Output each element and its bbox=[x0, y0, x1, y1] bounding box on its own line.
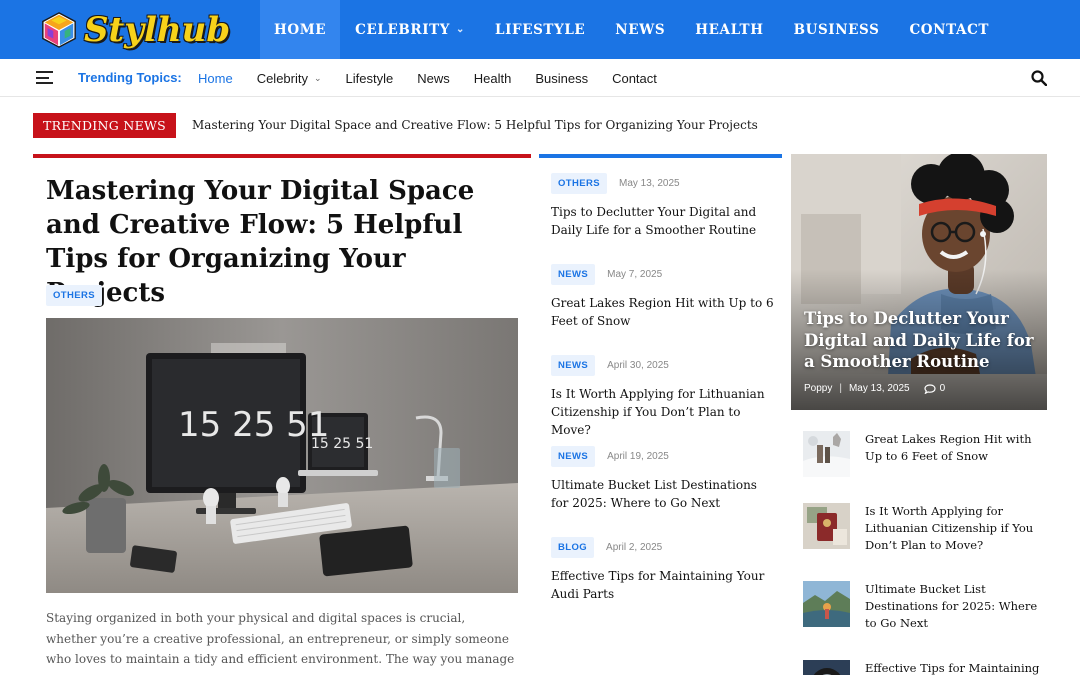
meta-separator: | bbox=[839, 383, 842, 394]
post-title-link[interactable]: Great Lakes Region Hit with Up to 6 Feet… bbox=[865, 431, 1043, 465]
featured-post-title[interactable]: Tips to Declutter Your Digital and Daily… bbox=[804, 308, 1040, 373]
post-title-link[interactable]: Tips to Declutter Your Digital and Daily… bbox=[551, 203, 776, 239]
category-tag[interactable]: BLOG bbox=[551, 536, 595, 558]
sec-nav-contact[interactable]: Contact bbox=[600, 59, 669, 97]
secondary-bar: Trending Topics: Home Celebrity ⌄ Lifesty… bbox=[0, 59, 1080, 97]
sec-nav-celebrity[interactable]: Celebrity ⌄ bbox=[245, 59, 334, 97]
sec-nav-label: Celebrity bbox=[256, 70, 308, 86]
main-nav-celebrity[interactable]: CELEBRITY ⌄ bbox=[340, 0, 480, 59]
main-nav-lifestyle[interactable]: LIFESTYLE bbox=[480, 0, 600, 59]
category-tag[interactable]: NEWS bbox=[551, 445, 596, 467]
category-tag[interactable]: NEWS bbox=[551, 354, 596, 376]
post-title-link[interactable]: Great Lakes Region Hit with Up to 6 Feet… bbox=[551, 294, 776, 330]
category-tag[interactable]: OTHERS bbox=[551, 172, 607, 194]
travel-landscape-image bbox=[803, 581, 850, 627]
post-meta: BLOG April 2, 2025 bbox=[551, 536, 776, 558]
main-nav-label: HOME bbox=[274, 21, 327, 38]
thumbnail-image[interactable] bbox=[803, 581, 850, 627]
post-date: May 7, 2025 bbox=[607, 268, 663, 280]
sec-nav-label: Business bbox=[535, 70, 589, 86]
main-nav-label: HEALTH bbox=[695, 21, 764, 38]
chevron-down-icon: ⌄ bbox=[313, 72, 322, 83]
logo-cube-icon bbox=[42, 12, 76, 48]
post-title-link[interactable]: Ultimate Bucket List Destinations for 20… bbox=[865, 581, 1043, 632]
post-title-link[interactable]: Effective Tips for Maintaining bbox=[865, 660, 1043, 675]
site-logo[interactable]: Stylhub bbox=[40, 8, 234, 52]
list-item: BLOG April 2, 2025 Effective Tips for Ma… bbox=[551, 536, 776, 603]
ticker-headline-link[interactable]: Mastering Your Digital Space and Creativ… bbox=[192, 118, 758, 132]
section-divider-red bbox=[33, 154, 531, 158]
trending-topics-label: Trending Topics: bbox=[78, 70, 182, 85]
thumbnail-image[interactable] bbox=[803, 503, 850, 549]
category-tag[interactable]: OTHERS bbox=[46, 285, 102, 306]
car-wheel-image bbox=[803, 660, 850, 675]
search-icon[interactable] bbox=[1031, 70, 1047, 86]
thumbnail-image[interactable] bbox=[803, 431, 850, 477]
lead-category-wrap: OTHERS bbox=[46, 285, 102, 306]
lead-article-excerpt: Staying organized in both your physical … bbox=[46, 611, 515, 675]
sec-nav-lifestyle[interactable]: Lifestyle bbox=[334, 59, 406, 97]
post-meta: NEWS May 7, 2025 bbox=[551, 263, 776, 285]
sec-nav-label: Health bbox=[473, 70, 512, 86]
main-nav-business[interactable]: BUSINESS bbox=[779, 0, 895, 59]
hamburger-icon[interactable] bbox=[36, 71, 53, 84]
lead-article-title[interactable]: Mastering Your Digital Space and Creativ… bbox=[46, 174, 516, 310]
list-item: NEWS April 30, 2025 Is It Worth Applying… bbox=[551, 354, 776, 439]
main-nav-health[interactable]: HEALTH bbox=[680, 0, 778, 59]
post-date: May 13, 2025 bbox=[619, 177, 680, 189]
main-nav-label: CONTACT bbox=[909, 21, 990, 38]
featured-post-meta: Poppy | May 13, 2025 0 bbox=[804, 383, 945, 394]
post-title-link[interactable]: Is It Worth Applying for Lithuanian Citi… bbox=[551, 385, 776, 439]
comment-icon bbox=[923, 383, 936, 394]
main-nav-label: CELEBRITY bbox=[355, 21, 451, 38]
main-nav-label: LIFESTYLE bbox=[495, 21, 586, 38]
chevron-down-icon: ⌄ bbox=[456, 24, 465, 35]
post-title-link[interactable]: Ultimate Bucket List Destinations for 20… bbox=[551, 476, 776, 512]
sec-nav-label: News bbox=[417, 70, 450, 86]
main-nav: HOME CELEBRITY ⌄ LIFESTYLE NEWS HEALTH BU… bbox=[260, 0, 1004, 59]
list-item: NEWS April 19, 2025 Ultimate Bucket List… bbox=[551, 445, 776, 512]
clock-large-text: 15 25 51 bbox=[178, 405, 329, 445]
snow-scene-image bbox=[803, 431, 850, 477]
clock-small-text: 15 25 51 bbox=[311, 436, 373, 452]
trending-news-badge: TRENDING NEWS bbox=[33, 113, 176, 138]
post-meta: NEWS April 19, 2025 bbox=[551, 445, 776, 467]
post-date: May 13, 2025 bbox=[848, 383, 910, 394]
category-tag[interactable]: NEWS bbox=[551, 263, 596, 285]
post-meta: OTHERS May 13, 2025 bbox=[551, 172, 776, 194]
sec-nav-label: Home bbox=[198, 70, 233, 86]
post-date: April 30, 2025 bbox=[607, 359, 669, 371]
sec-nav-label: Contact bbox=[612, 70, 657, 86]
sec-nav-news[interactable]: News bbox=[405, 59, 462, 97]
featured-post-card[interactable]: Tips to Declutter Your Digital and Daily… bbox=[791, 154, 1047, 410]
top-header: Stylhub HOME CELEBRITY ⌄ LIFESTYLE NEWS H… bbox=[0, 0, 1080, 59]
main-nav-contact[interactable]: CONTACT bbox=[894, 0, 1004, 59]
comment-count[interactable]: 0 bbox=[940, 383, 946, 394]
logo-wordmark: Stylhub bbox=[84, 10, 231, 50]
thumbnail-image[interactable] bbox=[803, 660, 850, 675]
secondary-nav: Home Celebrity ⌄ Lifestyle News Health Bu… bbox=[186, 59, 669, 97]
main-nav-label: NEWS bbox=[615, 21, 666, 38]
desk-scene-illustration: 15 25 51 15 25 51 bbox=[46, 318, 518, 593]
main-nav-news[interactable]: NEWS bbox=[600, 0, 680, 59]
author-name[interactable]: Poppy bbox=[804, 383, 832, 394]
main-nav-label: BUSINESS bbox=[793, 21, 880, 38]
post-date: April 2, 2025 bbox=[606, 541, 663, 553]
post-title-link[interactable]: Effective Tips for Maintaining Your Audi… bbox=[551, 567, 776, 603]
main-nav-home[interactable]: HOME bbox=[260, 0, 341, 59]
list-item: NEWS May 7, 2025 Great Lakes Region Hit … bbox=[551, 263, 776, 330]
sec-nav-home[interactable]: Home bbox=[186, 59, 245, 97]
post-date: April 19, 2025 bbox=[607, 450, 669, 462]
passport-image bbox=[803, 503, 850, 549]
sec-nav-business[interactable]: Business bbox=[523, 59, 600, 97]
list-item: OTHERS May 13, 2025 Tips to Declutter Yo… bbox=[551, 172, 776, 239]
post-meta: NEWS April 30, 2025 bbox=[551, 354, 776, 376]
section-divider-blue bbox=[539, 154, 782, 158]
sec-nav-health[interactable]: Health bbox=[462, 59, 524, 97]
lead-article-image[interactable]: 15 25 51 15 25 51 bbox=[46, 318, 518, 593]
post-title-link[interactable]: Is It Worth Applying for Lithuanian Citi… bbox=[865, 503, 1043, 554]
sec-nav-label: Lifestyle bbox=[345, 70, 394, 86]
